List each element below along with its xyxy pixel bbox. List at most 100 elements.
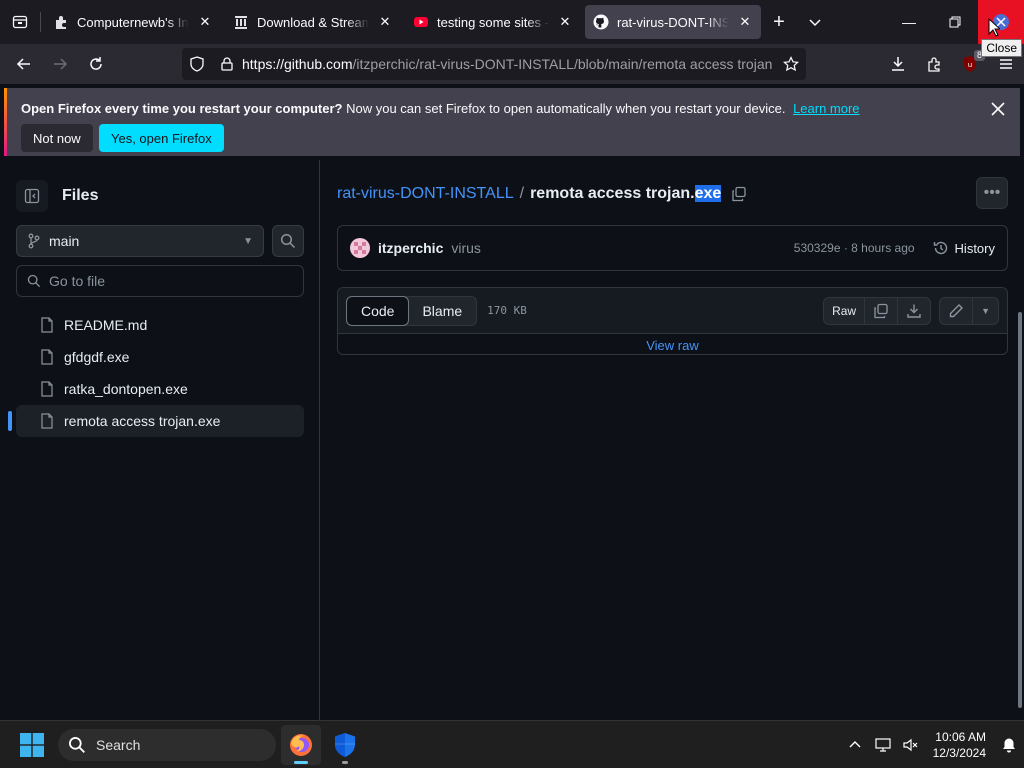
puzzle-icon (928, 57, 940, 72)
minimize-button[interactable]: — (886, 0, 932, 44)
go-to-file-placeholder: Go to file (49, 273, 106, 289)
repo-link[interactable]: rat-virus-DONT-INSTALL (337, 185, 514, 203)
taskbar-defender[interactable] (325, 725, 365, 765)
search-icon (280, 233, 296, 249)
taskbar-firefox[interactable] (281, 725, 321, 765)
download-raw-button[interactable] (897, 297, 930, 324)
browser-tab[interactable]: Download & Streaming ✕ (225, 5, 401, 39)
view-raw-link[interactable]: View raw (338, 334, 1007, 356)
reload-icon (90, 57, 102, 70)
firefox-view-button[interactable] (0, 0, 40, 44)
tab-title: testing some sites - Yo (437, 14, 549, 30)
code-tab[interactable]: Code (346, 295, 410, 326)
close-notification-button[interactable] (988, 99, 1008, 119)
close-tooltip: Close (981, 39, 1022, 57)
git-branch-icon (28, 233, 40, 249)
collapse-sidebar-button[interactable] (16, 180, 48, 212)
hamburger-menu-icon (1000, 59, 1012, 69)
file-size: 170 KB (487, 304, 527, 317)
file-content-box: Code Blame 170 KB Raw ▼ View raw (337, 287, 1008, 355)
browser-tab[interactable]: Computernewb's Intern ✕ (45, 5, 221, 39)
branch-name: main (49, 233, 80, 249)
commit-author[interactable]: itzperchic (378, 240, 443, 256)
blame-tab[interactable]: Blame (408, 297, 476, 325)
copy-raw-button[interactable] (864, 297, 897, 324)
commit-message[interactable]: virus (451, 240, 481, 256)
arrow-left-icon (16, 58, 30, 70)
history-icon (933, 241, 947, 255)
url-bar[interactable]: https://github.com/itzperchic/rat-virus-… (182, 48, 806, 80)
taskbar-search[interactable]: Search (58, 729, 276, 761)
edit-button[interactable] (940, 298, 972, 324)
navigation-toolbar: https://github.com/itzperchic/rat-virus-… (0, 44, 1024, 84)
learn-more-link[interactable]: Learn more (793, 101, 859, 116)
windows-start-icon[interactable] (20, 733, 44, 757)
more-options-button[interactable]: ••• (976, 177, 1008, 209)
windows-taskbar: Search 10:06 AM 12/3/2024 (0, 720, 1024, 768)
history-button[interactable]: History (933, 240, 995, 256)
file-item[interactable]: gfdgdf.exe (16, 341, 304, 373)
back-button[interactable] (6, 48, 42, 80)
commit-meta[interactable]: 530329e · 8 hours ago (794, 241, 915, 255)
close-tab-icon[interactable]: ✕ (197, 14, 213, 30)
file-list: README.md gfdgdf.exe ratka_dontopen.exe … (8, 309, 304, 437)
download-icon (907, 304, 921, 318)
file-icon (41, 349, 53, 365)
branch-selector[interactable]: main ▼ (16, 225, 264, 257)
notification-body: Now you can set Firefox to open automati… (346, 101, 786, 116)
url-path: /itzperchic/rat-virus-DONT-INSTALL/blob/… (352, 56, 773, 72)
clock[interactable]: 10:06 AM 12/3/2024 (925, 729, 994, 761)
search-icon (69, 737, 85, 753)
file-item[interactable]: ratka_dontopen.exe (16, 373, 304, 405)
network-button[interactable] (869, 721, 897, 768)
file-name: ratka_dontopen.exe (64, 381, 188, 397)
file-item-selected[interactable]: remota access trojan.exe (8, 405, 304, 437)
forward-button[interactable] (42, 48, 78, 80)
list-all-tabs-button[interactable] (797, 0, 833, 44)
avatar[interactable] (350, 238, 370, 258)
bell-icon (1003, 738, 1015, 753)
file-icon (41, 381, 53, 397)
breadcrumb: rat-virus-DONT-INSTALL / remota access t… (337, 185, 747, 203)
tab-title: Computernewb's Intern (77, 14, 189, 30)
site-info-button[interactable] (212, 48, 242, 80)
caret-down-icon: ▼ (243, 235, 253, 247)
notification-heading: Open Firefox every time you restart your… (21, 101, 343, 116)
file-actions: Raw ▼ (823, 296, 999, 325)
not-now-button[interactable]: Not now (21, 124, 93, 152)
browser-tab[interactable]: testing some sites - Yo ✕ (405, 5, 581, 39)
close-tab-icon[interactable]: ✕ (377, 14, 393, 30)
file-item[interactable]: README.md (16, 309, 304, 341)
clock-date: 12/3/2024 (932, 746, 986, 760)
browser-tab-active[interactable]: rat-virus-DONT-INSTALL ✕ (585, 5, 761, 39)
github-page: Files main ▼ Go to file README.md gfdgdf… (0, 160, 1024, 720)
history-label: History (954, 240, 995, 256)
puzzle-icon (53, 14, 69, 30)
close-tab-icon[interactable]: ✕ (737, 14, 753, 30)
download-icon (892, 57, 904, 71)
search-files-button[interactable] (272, 225, 304, 257)
chevron-up-icon (849, 741, 861, 748)
windows-security-shield-icon (335, 733, 355, 757)
tab-strip: Computernewb's Intern ✕ Download & Strea… (0, 0, 1024, 57)
close-window-button[interactable] (978, 0, 1024, 44)
edit-dropdown-button[interactable]: ▼ (972, 297, 998, 324)
arrow-right-icon (54, 58, 68, 70)
bookmark-button[interactable] (776, 48, 806, 80)
downloads-button[interactable] (880, 44, 916, 84)
go-to-file-input[interactable]: Go to file (16, 265, 304, 297)
restore-button[interactable] (932, 0, 978, 44)
new-tab-button[interactable]: + (761, 0, 797, 44)
yes-open-firefox-button[interactable]: Yes, open Firefox (99, 124, 224, 152)
volume-button[interactable] (897, 721, 925, 768)
notifications-button[interactable] (994, 721, 1024, 768)
raw-button[interactable]: Raw (824, 298, 864, 324)
reload-button[interactable] (78, 48, 114, 80)
window-controls: — (886, 0, 1024, 44)
copy-path-icon[interactable] (731, 186, 747, 202)
page-scrollbar[interactable] (1018, 312, 1022, 708)
close-tab-icon[interactable]: ✕ (557, 14, 573, 30)
tracking-protection-button[interactable] (182, 48, 212, 80)
show-hidden-icons-button[interactable] (841, 721, 869, 768)
extensions-button[interactable] (916, 44, 952, 84)
